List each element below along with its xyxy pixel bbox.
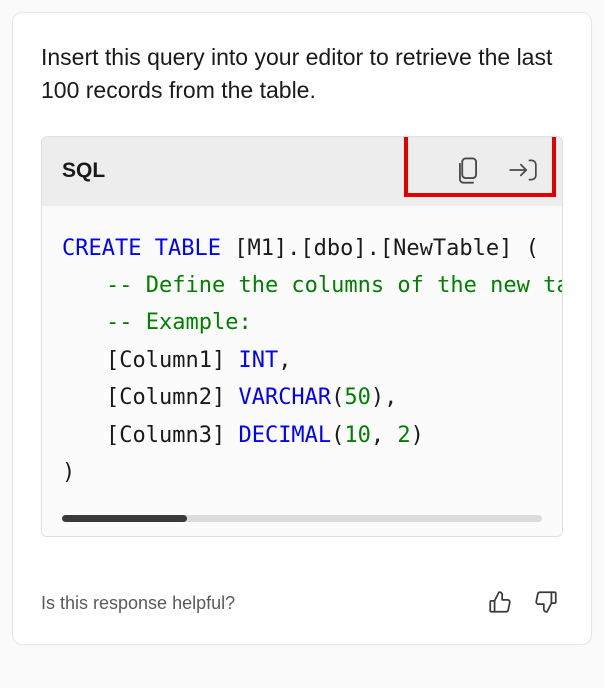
code-header: SQL [42, 137, 562, 206]
feedback-prompt: Is this response helpful? [41, 593, 235, 614]
code-block: SQL [41, 136, 563, 538]
intro-text: Insert this query into your editor to re… [41, 41, 563, 108]
feedback-buttons [483, 585, 563, 622]
language-label: SQL [62, 159, 105, 183]
insert-button[interactable] [504, 153, 542, 190]
response-card: Insert this query into your editor to re… [12, 12, 592, 645]
feedback-row: Is this response helpful? [41, 585, 563, 622]
code-line: [Column1] INT, [62, 342, 542, 379]
code-actions [450, 151, 542, 192]
code-body: CREATE TABLE [M1].[dbo].[NewTable] ( -- … [42, 206, 562, 537]
horizontal-scrollbar[interactable] [62, 515, 542, 522]
copy-button[interactable] [450, 151, 486, 192]
copy-icon [454, 155, 482, 188]
thumbs-up-button[interactable] [483, 585, 517, 622]
code-line: -- Define the columns of the new tabl [62, 267, 542, 304]
scrollbar-thumb[interactable] [62, 515, 187, 522]
code-line: [Column2] VARCHAR(50), [62, 379, 542, 416]
thumbs-down-button[interactable] [529, 585, 563, 622]
code-line: [Column3] DECIMAL(10, 2) [62, 417, 542, 454]
insert-icon [508, 157, 538, 186]
code-line: -- Example: [62, 304, 542, 341]
thumbs-up-icon [487, 589, 513, 618]
code-line: CREATE TABLE [M1].[dbo].[NewTable] ( [62, 230, 542, 267]
thumbs-down-icon [533, 589, 559, 618]
code-line: ) [62, 454, 542, 491]
